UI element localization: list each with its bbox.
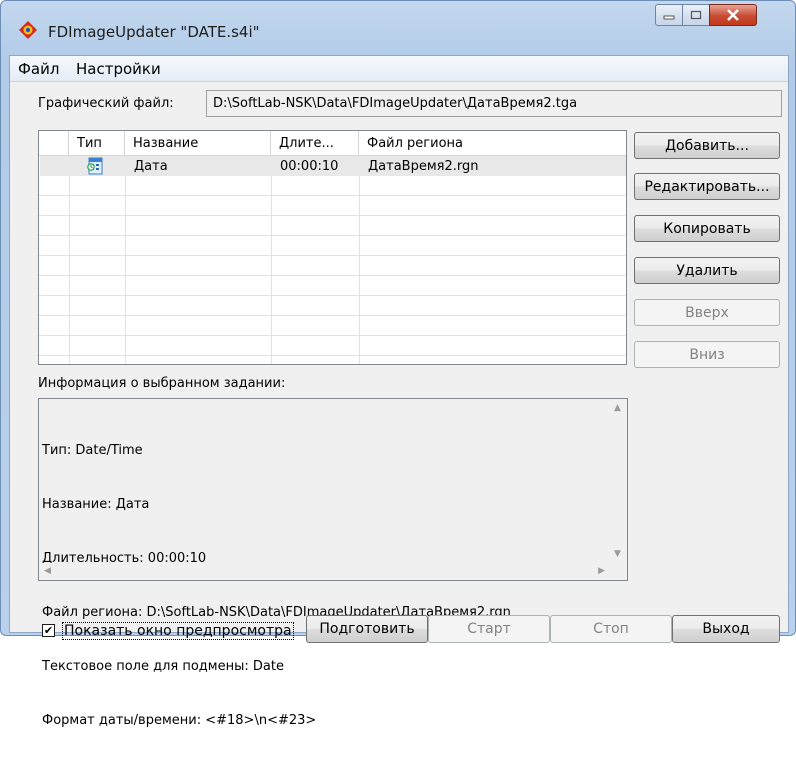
empty-row <box>39 276 626 296</box>
empty-row <box>39 176 626 196</box>
client-area: Файл Настройки Графический файл: D:\Soft… <box>9 55 789 728</box>
app-icon <box>19 21 37 39</box>
column-header-name[interactable]: Название <box>125 131 271 155</box>
vertical-scrollbar[interactable]: ▲ ▼ <box>610 399 627 563</box>
info-name-line: Название: Дата <box>42 497 150 512</box>
empty-row <box>39 196 626 216</box>
column-header-type[interactable]: Тип <box>69 131 125 155</box>
preview-checkbox[interactable]: ✔ <box>42 624 55 637</box>
info-text-field-line: Текстовое поле для подмены: Date <box>42 659 284 674</box>
info-type-line: Тип: Date/Time <box>42 443 143 458</box>
prepare-button[interactable]: Подготовить <box>306 615 428 643</box>
menu-settings[interactable]: Настройки <box>74 60 163 78</box>
menu-file[interactable]: Файл <box>16 60 61 78</box>
task-list-header: Тип Название Длите... Файл региона <box>39 131 626 156</box>
empty-row <box>39 316 626 336</box>
date-time-task-icon <box>87 157 103 175</box>
empty-row <box>39 336 626 356</box>
copy-button[interactable]: Копировать <box>634 215 780 242</box>
scroll-left-icon[interactable]: ◀ <box>44 566 51 576</box>
task-list[interactable]: Тип Название Длите... Файл региона Дата … <box>38 130 627 365</box>
scroll-right-icon[interactable]: ▶ <box>598 566 605 576</box>
scroll-up-icon[interactable]: ▲ <box>614 403 621 413</box>
empty-row <box>39 216 626 236</box>
edit-button[interactable]: Редактировать... <box>634 173 780 200</box>
maximize-button[interactable] <box>682 4 710 26</box>
exit-button[interactable]: Выход <box>672 615 780 643</box>
task-name-cell: Дата <box>134 159 168 174</box>
empty-row <box>39 236 626 256</box>
maximize-icon <box>690 10 702 20</box>
minimize-button[interactable] <box>655 4 683 26</box>
graphic-file-label: Графический файл: <box>38 96 174 111</box>
empty-row <box>39 296 626 316</box>
graphic-file-field[interactable]: D:\SoftLab-NSK\Data\FDImageUpdater\ДатаВ… <box>206 90 782 117</box>
move-up-button[interactable]: Вверх <box>634 299 780 326</box>
start-button[interactable]: Старт <box>428 615 550 643</box>
task-info-text: Тип: Date/Time Название: Дата Длительнос… <box>42 406 511 766</box>
info-format-line: Формат даты/времени: <#18>\n<#23> <box>42 713 317 728</box>
task-duration-cell: 00:00:10 <box>280 159 339 174</box>
preview-checkbox-control[interactable]: ✔ Показать окно предпросмотра <box>38 620 300 642</box>
move-down-button[interactable]: Вниз <box>634 341 780 368</box>
task-region-file-cell: ДатаВремя2.rgn <box>368 159 479 174</box>
stop-button[interactable]: Стоп <box>550 615 672 643</box>
task-info-box[interactable]: Тип: Date/Time Название: Дата Длительнос… <box>38 398 628 728</box>
window-title: FDImageUpdater "DATE.s4i" <box>48 23 260 41</box>
preview-checkbox-label[interactable]: Показать окно предпросмотра <box>62 622 294 640</box>
empty-row <box>39 256 626 276</box>
menu-bar: Файл Настройки <box>10 56 788 82</box>
app-window: FDImageUpdater "DATE.s4i" Файл Настройки… <box>0 0 796 728</box>
delete-button[interactable]: Удалить <box>634 257 780 284</box>
horizontal-scrollbar[interactable]: ◀ ▶ <box>39 563 610 580</box>
title-bar[interactable]: FDImageUpdater "DATE.s4i" <box>1 1 795 53</box>
column-header-region-file[interactable]: Файл региона <box>359 131 626 155</box>
column-header-duration[interactable]: Длите... <box>271 131 359 155</box>
close-button[interactable] <box>709 4 757 26</box>
add-button[interactable]: Добавить... <box>634 132 780 159</box>
minimize-icon <box>663 15 675 20</box>
task-info-label: Информация о выбранном задании: <box>38 376 286 391</box>
scroll-down-icon[interactable]: ▼ <box>614 549 621 559</box>
close-icon <box>727 9 739 21</box>
column-header-blank <box>39 131 69 155</box>
